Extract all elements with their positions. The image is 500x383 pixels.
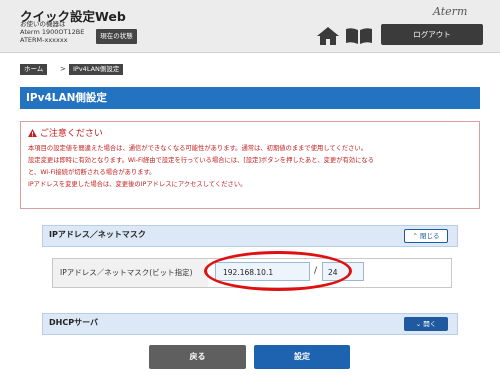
dhcp-section-header bbox=[42, 313, 458, 335]
warning-icon bbox=[28, 129, 37, 137]
caution-line: と、Wi-Fi接続が切断される場合があります。 bbox=[28, 169, 156, 176]
breadcrumb-separator: > bbox=[60, 65, 66, 73]
manual-book-icon[interactable] bbox=[345, 27, 373, 45]
expand-button[interactable]: ⌄ 開く bbox=[404, 317, 448, 331]
home-icon[interactable] bbox=[316, 26, 340, 46]
collapse-label: 閉じる bbox=[420, 232, 440, 240]
logout-button[interactable]: ログアウト bbox=[381, 24, 483, 45]
breadcrumb-current: IPv4LAN側設定 bbox=[69, 64, 124, 75]
page-title: IPv4LAN側設定 bbox=[26, 92, 107, 104]
caution-line: IPアドレスを変更した場合は、変更後のIPアドレスにアクセスしてください。 bbox=[28, 181, 247, 188]
device-info-line: お使いの機器は bbox=[20, 20, 66, 28]
device-ssid: ATERM-xxxxxx bbox=[20, 36, 68, 44]
chevron-down-icon: ⌄ bbox=[415, 320, 422, 328]
brand-logo: Aterm bbox=[433, 5, 468, 18]
caution-line: 本項目の設定値を間違えた場合は、通信ができなくなる可能性があります。通常は、初期… bbox=[28, 145, 368, 152]
device-model: Aterm 1900OT12BE bbox=[20, 28, 85, 36]
chevron-up-icon: ⌃ bbox=[412, 232, 418, 240]
apply-settings-button[interactable]: 設定 bbox=[254, 345, 350, 369]
caution-heading-text: ご注意ください bbox=[39, 129, 103, 139]
highlight-ellipse bbox=[204, 251, 352, 291]
ip-field-label: IPアドレス／ネットマスク(ビット指定) bbox=[60, 268, 193, 277]
ip-section-title: IPアドレス／ネットマスク bbox=[49, 230, 146, 239]
caution-line: 設定変更は即時に有効となります。Wi-Fi経由で設定を行っている場合には、[設定… bbox=[28, 157, 374, 164]
collapse-button[interactable]: ⌃ 閉じる bbox=[404, 229, 448, 243]
caution-heading: ご注意ください bbox=[28, 126, 103, 139]
back-button[interactable]: 戻る bbox=[149, 345, 246, 369]
expand-label: 開く bbox=[423, 320, 437, 328]
dhcp-section-title: DHCPサーバ bbox=[49, 318, 98, 327]
breadcrumb-home[interactable]: ホーム bbox=[20, 64, 48, 75]
current-status-button[interactable]: 現在の状態 bbox=[96, 29, 137, 44]
